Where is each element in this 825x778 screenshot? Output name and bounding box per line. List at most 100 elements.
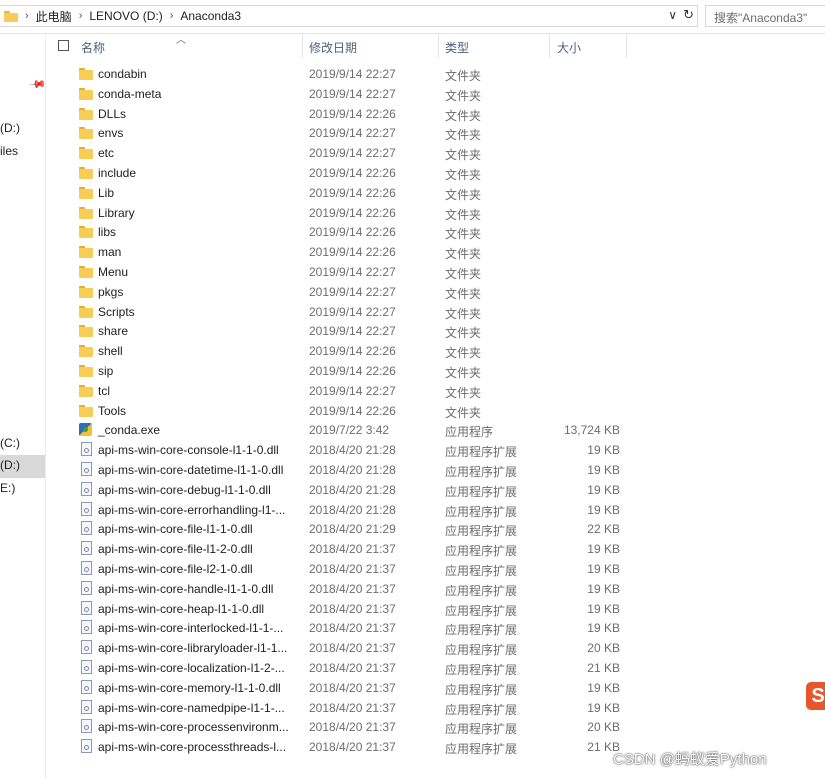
file-row[interactable]: Menu 2019/9/14 22:27 文件夹 — [46, 262, 825, 282]
select-all-checkbox[interactable] — [58, 40, 69, 51]
file-date: 2018/4/20 21:28 — [309, 502, 396, 517]
file-type: 应用程序扩展 — [445, 484, 518, 499]
folder-icon — [79, 107, 93, 120]
file-row[interactable]: sip 2019/9/14 22:26 文件夹 — [46, 361, 825, 381]
folder-icon — [79, 285, 93, 298]
file-date: 2018/4/20 21:37 — [309, 641, 396, 656]
folder-icon — [79, 246, 93, 259]
file-name: shell — [98, 344, 123, 359]
file-name: api-ms-win-core-processthreads-l... — [98, 740, 287, 755]
file-row[interactable]: man 2019/9/14 22:26 文件夹 — [46, 242, 825, 262]
file-row[interactable]: envs 2019/9/14 22:27 文件夹 — [46, 123, 825, 143]
file-name: Library — [98, 205, 135, 220]
file-row[interactable]: api-ms-win-core-memory-l1-1-0.dll 2018/4/… — [46, 678, 825, 698]
file-size: 19 KB — [587, 462, 620, 477]
file-row[interactable]: api-ms-win-core-console-l1-1-0.dll 2018/4… — [46, 440, 825, 460]
file-type: 应用程序扩展 — [445, 603, 518, 618]
file-row[interactable]: api-ms-win-core-datetime-l1-1-0.dll 2018/… — [46, 460, 825, 480]
file-type: 文件夹 — [445, 326, 482, 341]
address-bar: › 此电脑 › LENOVO (D:) › Anaconda3 ∨ ↻ 搜索"A… — [0, 0, 825, 34]
file-date: 2018/4/20 21:37 — [309, 660, 396, 675]
file-name: api-ms-win-core-processenvironm... — [98, 720, 289, 735]
column-divider[interactable] — [549, 34, 550, 58]
file-type: 应用程序扩展 — [445, 702, 518, 717]
file-date: 2019/9/14 22:27 — [309, 126, 396, 141]
exe-icon — [79, 423, 92, 437]
column-size[interactable]: 大小 — [557, 39, 581, 56]
file-row[interactable]: api-ms-win-core-namedpipe-l1-1-... 2018/4… — [46, 698, 825, 718]
nav-item-drive[interactable]: (D:) — [0, 121, 20, 135]
file-size: 19 KB — [587, 700, 620, 715]
file-name: api-ms-win-core-localization-l1-2-... — [98, 660, 285, 675]
refresh-icon[interactable]: ↻ — [683, 7, 694, 23]
folder-icon — [79, 166, 93, 179]
file-row[interactable]: Tools 2019/9/14 22:26 文件夹 — [46, 401, 825, 421]
file-row[interactable]: condabin 2019/9/14 22:27 文件夹 — [46, 64, 825, 84]
breadcrumb-this-pc[interactable]: 此电脑 — [36, 8, 72, 25]
dll-file-icon — [81, 541, 92, 556]
file-row[interactable]: _conda.exe 2019/7/22 3:42 应用程序 13,724 KB — [46, 420, 825, 440]
file-row[interactable]: api-ms-win-core-processenvironm... 2018/4… — [46, 717, 825, 737]
file-row[interactable]: api-ms-win-core-file-l2-1-0.dll 2018/4/20… — [46, 559, 825, 579]
file-row[interactable]: api-ms-win-core-file-l1-2-0.dll 2018/4/20… — [46, 539, 825, 559]
file-date: 2018/4/20 21:37 — [309, 700, 396, 715]
file-size: 19 KB — [587, 502, 620, 517]
file-date: 2018/4/20 21:37 — [309, 621, 396, 636]
dll-file-icon — [81, 560, 92, 575]
file-row[interactable]: api-ms-win-core-localization-l1-2-... 201… — [46, 658, 825, 678]
folder-icon — [79, 206, 93, 219]
file-name: etc — [98, 146, 115, 161]
column-divider[interactable] — [302, 34, 303, 58]
file-date: 2019/9/14 22:26 — [309, 225, 396, 240]
column-date[interactable]: 修改日期 — [309, 39, 357, 56]
file-name: libs — [98, 225, 117, 240]
breadcrumb-anaconda3[interactable]: Anaconda3 — [180, 9, 241, 23]
file-row[interactable]: api-ms-win-core-errorhandling-l1-... 2018… — [46, 500, 825, 520]
file-date: 2018/4/20 21:28 — [309, 462, 396, 477]
file-row[interactable]: Lib 2019/9/14 22:26 文件夹 — [46, 183, 825, 203]
file-row[interactable]: api-ms-win-core-heap-l1-1-0.dll 2018/4/20… — [46, 599, 825, 619]
file-row[interactable]: pkgs 2019/9/14 22:27 文件夹 — [46, 282, 825, 302]
column-type[interactable]: 类型 — [445, 39, 469, 56]
breadcrumb-drive-d[interactable]: LENOVO (D:) — [89, 9, 162, 23]
file-type: 应用程序 — [445, 425, 494, 440]
file-row[interactable]: api-ms-win-core-debug-l1-1-0.dll 2018/4/2… — [46, 480, 825, 500]
file-row[interactable]: shell 2019/9/14 22:26 文件夹 — [46, 341, 825, 361]
breadcrumb[interactable]: › 此电脑 › LENOVO (D:) › Anaconda3 ∨ ↻ — [0, 5, 698, 27]
file-date: 2019/9/14 22:27 — [309, 383, 396, 398]
chevron-right-icon[interactable]: › — [170, 10, 174, 22]
file-row[interactable]: libs 2019/9/14 22:26 文件夹 — [46, 222, 825, 242]
nav-item-drive[interactable]: E:) — [0, 481, 15, 495]
file-row[interactable]: etc 2019/9/14 22:27 文件夹 — [46, 143, 825, 163]
dll-file-icon — [81, 481, 92, 496]
file-name: condabin — [98, 67, 147, 81]
file-type: 文件夹 — [445, 405, 482, 420]
file-name: _conda.exe — [98, 423, 161, 438]
file-row[interactable]: api-ms-win-core-interlocked-l1-1-... 2018… — [46, 618, 825, 638]
file-row[interactable]: include 2019/9/14 22:26 文件夹 — [46, 163, 825, 183]
column-divider[interactable] — [626, 34, 627, 58]
file-row[interactable]: DLLs 2019/9/14 22:26 文件夹 — [46, 104, 825, 124]
file-date: 2019/9/14 22:26 — [309, 363, 396, 378]
file-name: sip — [98, 363, 114, 378]
chevron-right-icon[interactable]: › — [25, 10, 29, 22]
file-row[interactable]: conda-meta 2019/9/14 22:27 文件夹 — [46, 84, 825, 104]
file-row[interactable]: Scripts 2019/9/14 22:27 文件夹 — [46, 302, 825, 322]
chevron-right-icon[interactable]: › — [79, 10, 83, 22]
file-row[interactable]: share 2019/9/14 22:27 文件夹 — [46, 321, 825, 341]
file-type: 文件夹 — [445, 247, 482, 262]
file-row[interactable]: api-ms-win-core-libraryloader-l1-1... 201… — [46, 638, 825, 658]
file-row[interactable]: api-ms-win-core-file-l1-1-0.dll 2018/4/20… — [46, 519, 825, 539]
column-divider[interactable] — [438, 34, 439, 58]
file-row[interactable]: tcl 2019/9/14 22:27 文件夹 — [46, 381, 825, 401]
nav-item-drive[interactable]: (D:) — [0, 455, 45, 478]
file-row[interactable]: api-ms-win-core-handle-l1-1-0.dll 2018/4/… — [46, 579, 825, 599]
search-input[interactable]: 搜索"Anaconda3" — [705, 5, 825, 27]
column-name[interactable]: 名称 — [81, 39, 105, 56]
file-row[interactable]: Library 2019/9/14 22:26 文件夹 — [46, 203, 825, 223]
file-name: api-ms-win-core-file-l2-1-0.dll — [98, 561, 253, 576]
nav-item-drive[interactable]: (C:) — [0, 436, 20, 450]
folder-icon — [79, 68, 93, 80]
nav-item-drive[interactable]: iles — [0, 144, 18, 158]
chevron-down-icon[interactable]: ∨ — [668, 8, 677, 22]
